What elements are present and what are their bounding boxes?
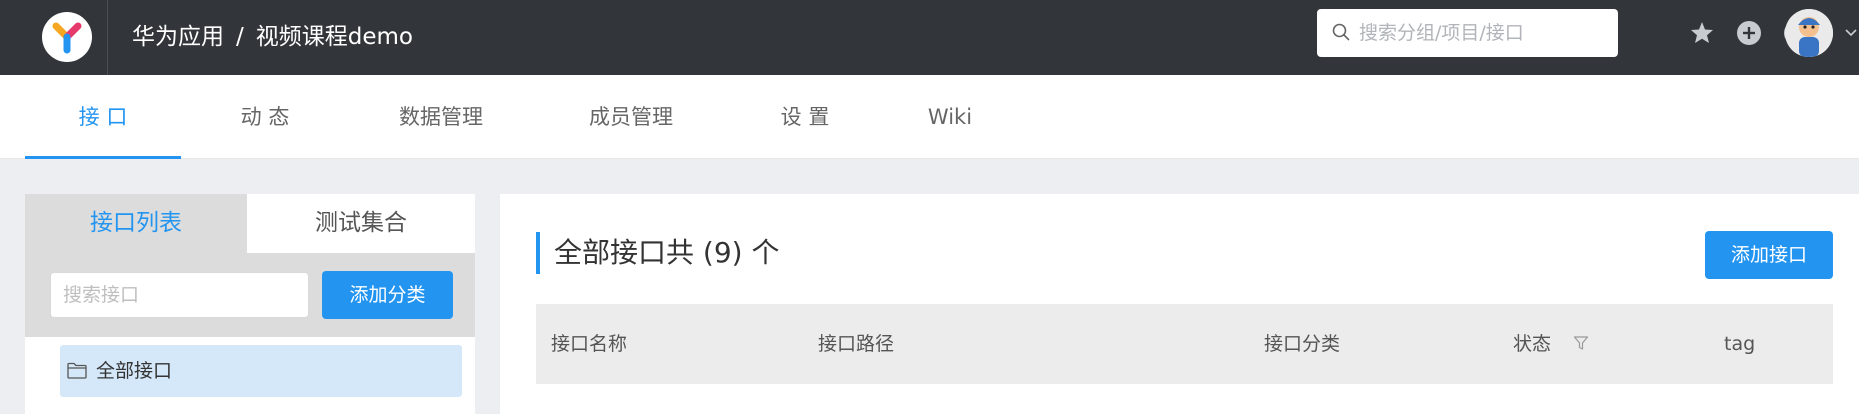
yapi-logo-icon: [52, 22, 82, 54]
tree-item-label: 全部接口: [96, 360, 173, 382]
column-header-tag[interactable]: tag: [1724, 304, 1755, 384]
column-header-path[interactable]: 接口路径: [818, 304, 894, 384]
table-header: 接口名称 接口路径 接口分类 状态 tag: [536, 304, 1833, 384]
star-icon[interactable]: [1688, 19, 1716, 47]
interface-search-input[interactable]: [50, 272, 309, 318]
add-category-button[interactable]: 添加分类: [322, 271, 453, 319]
breadcrumb-project[interactable]: 视频课程demo: [256, 24, 413, 50]
filter-icon[interactable]: [1573, 335, 1589, 351]
sidebar-tab-interface-list[interactable]: 接口列表: [25, 194, 247, 253]
tab-settings[interactable]: 设 置: [740, 75, 870, 159]
project-tabs: 接 口 动 态 数据管理 成员管理 设 置 Wiki: [0, 75, 1859, 159]
global-search[interactable]: [1317, 9, 1618, 57]
column-header-status-label: 状态: [1513, 333, 1552, 355]
global-search-input[interactable]: [1359, 19, 1599, 47]
tab-interface[interactable]: 接 口: [25, 75, 181, 159]
tab-member-management[interactable]: 成员管理: [556, 75, 706, 159]
title-accent-bar: [536, 232, 540, 274]
app-logo[interactable]: [42, 12, 92, 62]
sidebar-tab-test-collection[interactable]: 测试集合: [247, 194, 475, 253]
interface-main: 全部接口共 (9) 个 添加接口 接口名称 接口路径 接口分类 状态 tag: [500, 194, 1859, 414]
breadcrumb-group[interactable]: 华为应用: [132, 24, 224, 50]
top-header: 华为应用 / 视频课程demo: [0, 0, 1859, 75]
column-header-status[interactable]: 状态: [1513, 304, 1589, 384]
interface-sidebar: 接口列表 测试集合 添加分类 全部接口: [25, 194, 475, 414]
avatar-image-icon: [1785, 9, 1833, 57]
tab-activity[interactable]: 动 态: [195, 75, 335, 159]
folder-icon: [67, 362, 87, 379]
user-avatar[interactable]: [1785, 9, 1833, 57]
plus-circle-icon[interactable]: [1735, 19, 1763, 47]
chevron-down-icon[interactable]: [1845, 28, 1857, 38]
tree-item-all-interfaces[interactable]: 全部接口: [60, 345, 462, 397]
search-icon: [1332, 23, 1350, 41]
active-tab-indicator: [25, 156, 181, 159]
breadcrumb-separator: /: [236, 24, 244, 50]
add-interface-button[interactable]: 添加接口: [1705, 231, 1833, 279]
tab-data-management[interactable]: 数据管理: [366, 75, 516, 159]
column-header-name[interactable]: 接口名称: [551, 304, 627, 384]
header-divider: [107, 0, 108, 75]
breadcrumb: 华为应用 / 视频课程demo: [132, 20, 413, 54]
column-header-category[interactable]: 接口分类: [1264, 304, 1340, 384]
sidebar-toolbar: 添加分类: [25, 253, 475, 337]
tab-wiki[interactable]: Wiki: [900, 75, 1000, 159]
page-title: 全部接口共 (9) 个: [554, 236, 780, 269]
